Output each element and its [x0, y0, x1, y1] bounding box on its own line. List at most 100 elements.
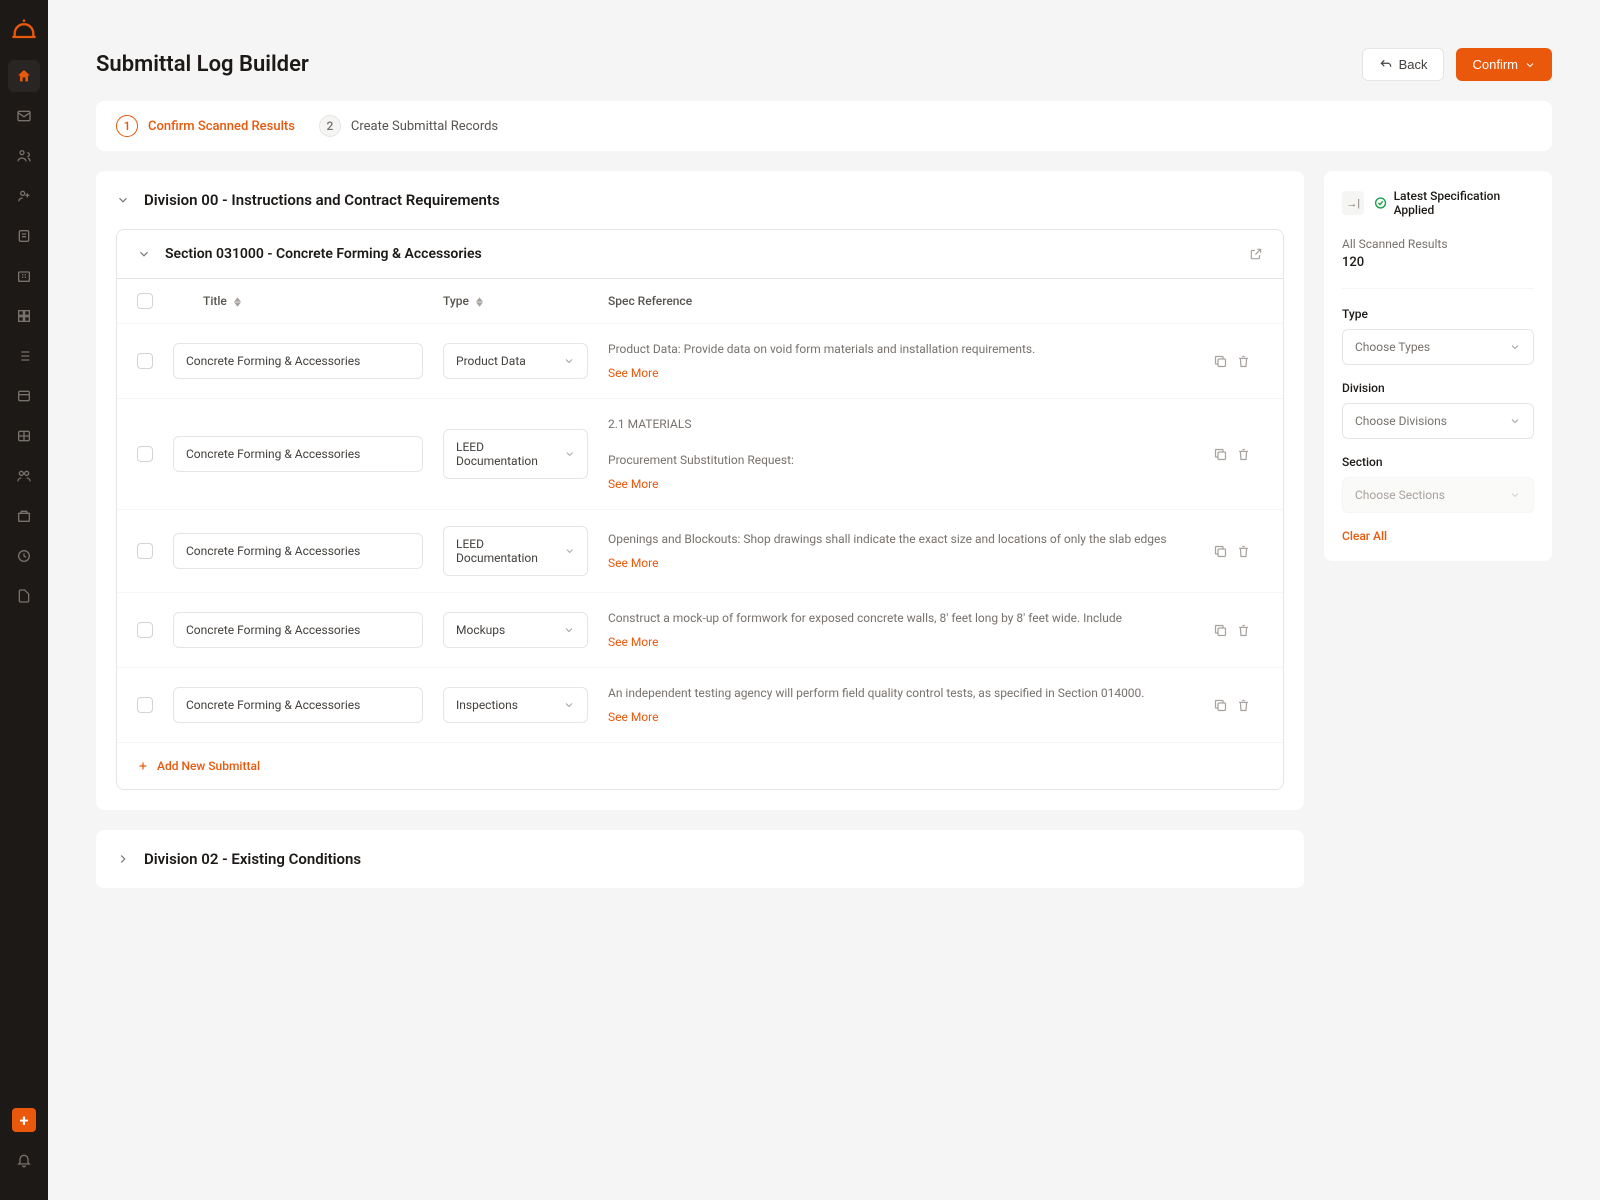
chevron-down-icon [1524, 59, 1536, 71]
column-title[interactable]: Title [173, 294, 423, 308]
copy-icon[interactable] [1213, 623, 1228, 638]
nav-file[interactable] [8, 580, 40, 612]
undo-icon [1379, 58, 1393, 72]
see-more-link[interactable]: See More [608, 708, 658, 726]
title-input[interactable]: Concrete Forming & Accessories [173, 687, 423, 723]
nav-doc[interactable] [8, 220, 40, 252]
spec-reference: Product Data: Provide data on void form … [608, 340, 1193, 358]
chevron-down-icon [564, 448, 575, 460]
add-submittal-button[interactable]: Add New Submittal [117, 743, 1283, 789]
see-more-link[interactable]: See More [608, 554, 658, 572]
column-type[interactable]: Type [443, 294, 588, 308]
back-button[interactable]: Back [1362, 48, 1445, 81]
section-title: Section 031000 - Concrete Forming & Acce… [165, 246, 1235, 262]
type-select[interactable]: Inspections [443, 687, 588, 723]
filter-division-select[interactable]: Choose Divisions [1342, 403, 1534, 439]
filter-panel: →| Latest Specification Applied All Scan… [1324, 171, 1552, 561]
copy-icon[interactable] [1213, 447, 1228, 462]
table-row: Concrete Forming & Accessories Product D… [117, 324, 1283, 399]
row-checkbox[interactable] [137, 543, 153, 559]
trash-icon[interactable] [1236, 623, 1251, 638]
section-card: Section 031000 - Concrete Forming & Acce… [116, 229, 1284, 790]
table-row: Concrete Forming & Accessories LEED Docu… [117, 399, 1283, 510]
nav-notifications[interactable] [8, 1144, 40, 1176]
sort-icon [234, 297, 241, 307]
chevron-down-icon [1509, 341, 1521, 353]
select-all-checkbox[interactable] [137, 293, 153, 309]
division-title: Division 00 - Instructions and Contract … [144, 191, 500, 209]
see-more-link[interactable]: See More [608, 364, 658, 382]
trash-icon[interactable] [1236, 447, 1251, 462]
row-checkbox[interactable] [137, 622, 153, 638]
spec-reference: Construct a mock-up of formwork for expo… [608, 609, 1193, 627]
title-input[interactable]: Concrete Forming & Accessories [173, 612, 423, 648]
trash-icon[interactable] [1236, 544, 1251, 559]
row-checkbox[interactable] [137, 353, 153, 369]
division-toggle[interactable]: Division 00 - Instructions and Contract … [116, 191, 1284, 209]
title-input[interactable]: Concrete Forming & Accessories [173, 436, 423, 472]
spec-reference: 2.1 MATERIALSProcurement Substitution Re… [608, 415, 1193, 469]
nav-table[interactable] [8, 420, 40, 452]
steps-bar: 1 Confirm Scanned Results 2 Create Submi… [96, 101, 1552, 151]
nav-building[interactable] [8, 260, 40, 292]
chevron-down-icon [1509, 489, 1521, 501]
spec-reference: An independent testing agency will perfo… [608, 684, 1193, 702]
page-title: Submittal Log Builder [96, 52, 309, 77]
row-checkbox[interactable] [137, 446, 153, 462]
type-select[interactable]: LEED Documentation [443, 526, 588, 576]
type-select[interactable]: Product Data [443, 343, 588, 379]
table-row: Concrete Forming & Accessories LEED Docu… [117, 510, 1283, 593]
chevron-down-icon [564, 545, 575, 557]
division-card-00: Division 00 - Instructions and Contract … [96, 171, 1304, 810]
chevron-down-icon [563, 355, 575, 367]
app-logo [10, 16, 38, 44]
trash-icon[interactable] [1236, 354, 1251, 369]
sort-icon [476, 297, 483, 307]
nav-user[interactable] [8, 180, 40, 212]
copy-icon[interactable] [1213, 354, 1228, 369]
confirm-button[interactable]: Confirm [1456, 48, 1552, 81]
column-spec: Spec Reference [608, 294, 1193, 308]
trash-icon[interactable] [1236, 698, 1251, 713]
chevron-down-icon [116, 193, 130, 207]
see-more-link[interactable]: See More [608, 633, 658, 651]
copy-icon[interactable] [1213, 698, 1228, 713]
copy-icon[interactable] [1213, 544, 1228, 559]
step-2[interactable]: 2 Create Submittal Records [319, 115, 498, 137]
nav-home[interactable] [8, 60, 40, 92]
division-toggle[interactable]: Division 02 - Existing Conditions [116, 850, 1284, 868]
nav-grid[interactable] [8, 300, 40, 332]
title-input[interactable]: Concrete Forming & Accessories [173, 533, 423, 569]
see-more-link[interactable]: See More [608, 475, 658, 493]
chevron-down-icon [563, 624, 575, 636]
division-card-02: Division 02 - Existing Conditions [96, 830, 1304, 888]
plus-icon [137, 760, 149, 772]
row-checkbox[interactable] [137, 697, 153, 713]
collapse-panel-button[interactable]: →| [1342, 191, 1364, 215]
external-link-icon[interactable] [1249, 247, 1263, 261]
table-header: Title Type Spec Reference [117, 279, 1283, 324]
chevron-right-icon [116, 852, 130, 866]
title-input[interactable]: Concrete Forming & Accessories [173, 343, 423, 379]
type-select[interactable]: Mockups [443, 612, 588, 648]
nav-inbox[interactable] [8, 100, 40, 132]
nav-archive[interactable] [8, 500, 40, 532]
chevron-down-icon [1509, 415, 1521, 427]
results-count: 120 [1342, 255, 1534, 270]
clear-all-link[interactable]: Clear All [1342, 529, 1534, 543]
chevron-down-icon [563, 699, 575, 711]
nav-window[interactable] [8, 380, 40, 412]
type-select[interactable]: LEED Documentation [443, 429, 588, 479]
check-circle-icon [1374, 196, 1387, 210]
filter-division-label: Division [1342, 381, 1534, 395]
nav-people[interactable] [8, 460, 40, 492]
chevron-down-icon[interactable] [137, 247, 151, 261]
step-1[interactable]: 1 Confirm Scanned Results [116, 115, 295, 137]
results-label: All Scanned Results [1342, 237, 1534, 251]
filter-type-select[interactable]: Choose Types [1342, 329, 1534, 365]
nav-clock[interactable] [8, 540, 40, 572]
nav-team[interactable] [8, 140, 40, 172]
nav-add-button[interactable]: + [12, 1108, 36, 1132]
division-title: Division 02 - Existing Conditions [144, 850, 361, 868]
nav-list[interactable] [8, 340, 40, 372]
